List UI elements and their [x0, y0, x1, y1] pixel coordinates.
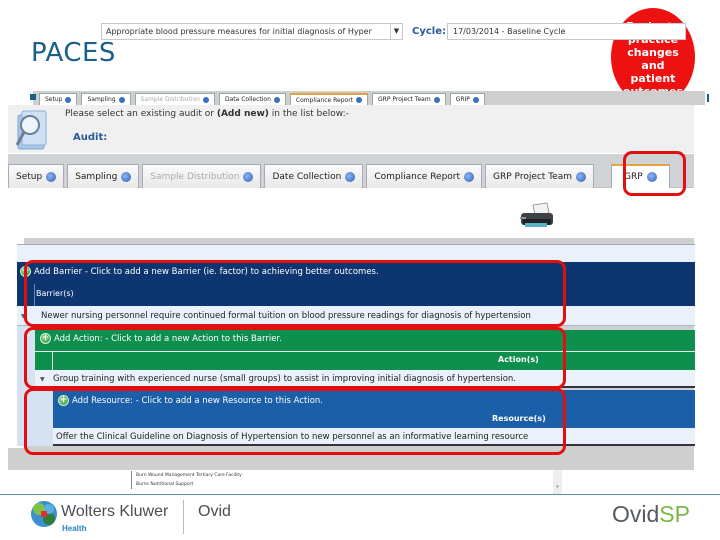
- small-tab-compliance-report[interactable]: Compliance Report: [289, 93, 369, 105]
- tab-label: Sample Distribution: [150, 171, 240, 182]
- help-icon[interactable]: [433, 96, 440, 103]
- help-icon[interactable]: [118, 96, 125, 103]
- tab-setup[interactable]: Setup: [8, 164, 65, 188]
- help-icon[interactable]: [472, 96, 479, 103]
- bullet-mark-right: [707, 94, 709, 102]
- prompt-text-end: in the list below:-: [268, 109, 349, 119]
- highlight-grp-tab: [623, 151, 686, 196]
- help-icon[interactable]: [65, 96, 72, 103]
- help-icon[interactable]: [121, 171, 132, 182]
- tab-label: Sampling: [87, 96, 116, 103]
- footer-brand-divider: [183, 500, 184, 534]
- audit-prompt: Please select an existing audit or (Add …: [65, 109, 349, 119]
- tab-date-collection[interactable]: Date Collection: [264, 164, 364, 188]
- brand-subtitle: Health: [62, 524, 87, 533]
- tab-compliance-report[interactable]: Compliance Report: [366, 164, 483, 188]
- help-icon[interactable]: [464, 171, 475, 182]
- main-tab-bar: Setup Sampling Sample Distribution Date …: [8, 154, 694, 188]
- help-icon[interactable]: [345, 171, 356, 182]
- help-icon[interactable]: [356, 97, 363, 103]
- highlight-barrier: [24, 260, 566, 327]
- highlight-resource: [24, 388, 566, 455]
- small-tab-sample-distribution[interactable]: Sample Distribution: [134, 93, 215, 105]
- logo-main: Ovid: [612, 501, 660, 527]
- highlight-action: [24, 327, 566, 389]
- tab-label: Data Collection: [224, 96, 271, 103]
- cycle-label: Cycle:: [412, 26, 446, 37]
- slide-title: PACES: [31, 38, 116, 68]
- list-item[interactable]: Burns Nutritional Support: [136, 480, 203, 489]
- ovidsp-logo: OvidSP: [612, 501, 690, 528]
- audit-search-icon: [15, 110, 47, 150]
- scrollbar[interactable]: ▾: [553, 470, 562, 494]
- audit-label: Audit:: [73, 132, 108, 143]
- small-tab-sampling[interactable]: Sampling: [81, 93, 131, 105]
- brand-name: Wolters Kluwer: [61, 503, 169, 520]
- bullet-mark: [30, 94, 36, 100]
- help-icon[interactable]: [576, 171, 586, 182]
- printer-icon[interactable]: [517, 201, 557, 231]
- facility-list: Burn Wound Management Tertiary Care Faci…: [131, 471, 242, 489]
- small-tab-setup[interactable]: Setup: [39, 93, 78, 105]
- small-tab-grip[interactable]: GRIP: [449, 93, 485, 105]
- audit-select[interactable]: Appropriate blood pressure measures for …: [101, 23, 403, 40]
- chevron-down-icon[interactable]: ▼: [390, 24, 402, 39]
- product-name: Ovid: [198, 503, 231, 520]
- tab-sampling[interactable]: Sampling: [67, 164, 140, 188]
- cycle-field[interactable]: 17/03/2014 - Baseline Cycle: [447, 23, 686, 40]
- help-icon[interactable]: [202, 96, 209, 103]
- add-new-link[interactable]: (Add new): [217, 109, 269, 119]
- audit-panel: Please select an existing audit or (Add …: [8, 105, 694, 153]
- small-tab-bar: Setup Sampling Sample Distribution Data …: [30, 91, 709, 105]
- logo-accent: SP: [659, 501, 690, 527]
- tab-label: GRP Project Team: [378, 96, 431, 103]
- tab-label: Setup: [16, 171, 43, 182]
- footer-divider: [0, 494, 720, 495]
- tab-label: Compliance Report: [295, 96, 354, 104]
- tab-label: Setup: [45, 96, 63, 103]
- tab-label: Sampling: [75, 171, 118, 182]
- list-item[interactable]: Burn Wound Management Tertiary Care Faci…: [136, 471, 242, 480]
- tab-label: Compliance Report: [374, 171, 461, 182]
- help-icon[interactable]: [273, 96, 280, 103]
- small-tab-data-collection[interactable]: Data Collection: [218, 93, 286, 105]
- small-tab-grp-project-team[interactable]: GRP Project Team: [372, 93, 446, 105]
- prompt-text: Please select an existing audit or: [65, 109, 217, 119]
- tab-grp-project-team[interactable]: GRP Project Team: [485, 164, 594, 188]
- wolters-kluwer-logo-icon: [31, 501, 57, 527]
- tab-label: Date Collection: [272, 171, 342, 182]
- tab-label: GRP Project Team: [493, 171, 572, 182]
- help-icon[interactable]: [243, 171, 254, 182]
- tab-label: GRIP: [455, 96, 470, 103]
- tab-label: Sample Distribution: [140, 96, 200, 103]
- help-icon[interactable]: [46, 171, 57, 182]
- audit-select-value: Appropriate blood pressure measures for …: [106, 27, 372, 36]
- tab-sample-distribution[interactable]: Sample Distribution: [142, 164, 262, 188]
